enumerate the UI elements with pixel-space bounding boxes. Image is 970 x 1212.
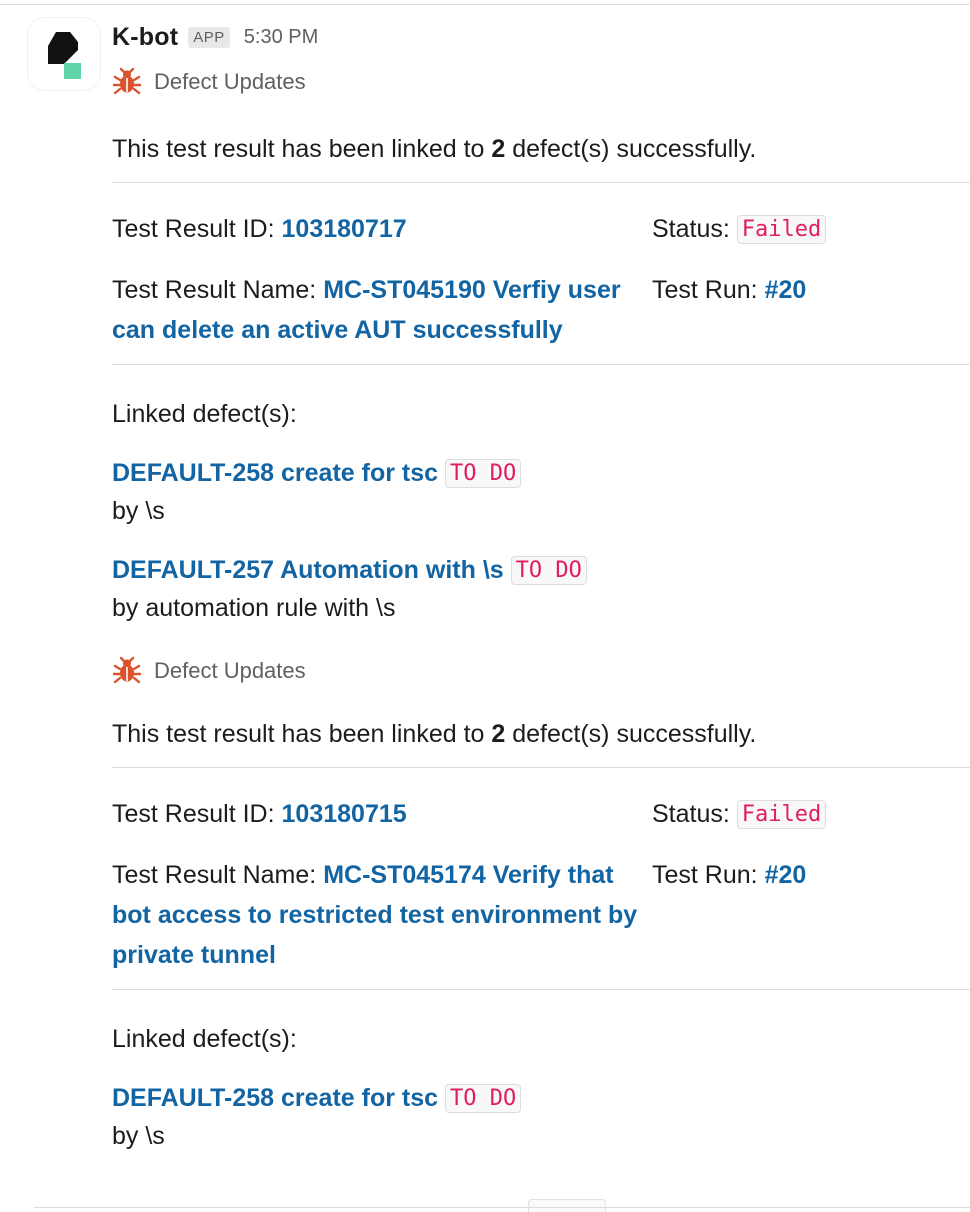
- section-divider: [112, 182, 970, 183]
- test-result-id-link[interactable]: 103180717: [282, 215, 407, 243]
- field-label: Test Result ID:: [112, 800, 275, 828]
- test-result-id-field: Test Result ID: 103180715: [112, 794, 652, 835]
- field-label: Test Result Name:: [112, 276, 317, 304]
- field-label: Status:: [652, 215, 730, 243]
- defect-link[interactable]: DEFAULT-258 create for tsc: [112, 1084, 438, 1112]
- top-divider: [0, 4, 970, 5]
- summary-text: This test result has been linked to 2 de…: [112, 717, 970, 751]
- test-result-name-field: Test Result Name: MC-ST045190 Verfiy use…: [112, 270, 652, 350]
- summary-text: This test result has been linked to 2 de…: [112, 132, 970, 166]
- test-run-field: Test Run: #20: [652, 270, 970, 350]
- field-label: Test Run:: [652, 276, 758, 304]
- bug-icon: [112, 67, 142, 95]
- field-label: Test Result Name:: [112, 861, 317, 889]
- defect-link[interactable]: DEFAULT-258 create for tsc: [112, 459, 438, 487]
- section-divider: [112, 364, 970, 365]
- defect-author: by \s: [112, 497, 165, 525]
- defect-item: DEFAULT-258 create for tsc TO DO by \s: [112, 1078, 970, 1153]
- summary-prefix: This test result has been linked to: [112, 720, 485, 748]
- status-badge: Failed: [736, 800, 827, 829]
- defect-author: by \s: [112, 1122, 165, 1150]
- result-fields: Test Result ID: 103180715 Status: Failed…: [112, 794, 970, 975]
- defect-item: DEFAULT-257 Automation with \s TO DO by …: [112, 550, 970, 625]
- message-header: K-bot APP 5:30 PM: [112, 20, 318, 54]
- defect-update-block: Defect Updates This test result has been…: [112, 62, 970, 625]
- test-run-field: Test Run: #20: [652, 855, 970, 975]
- bug-icon: [112, 656, 142, 684]
- bot-avatar[interactable]: [28, 18, 100, 90]
- defect-item: DEFAULT-258 create for tsc TO DO by \s: [112, 453, 970, 528]
- defect-author: by automation rule with \s: [112, 594, 396, 622]
- summary-count: 2: [491, 135, 506, 163]
- field-label: Test Run:: [652, 861, 758, 889]
- result-fields: Test Result ID: 103180717 Status: Failed…: [112, 209, 970, 350]
- test-result-id-field: Test Result ID: 103180717: [112, 209, 652, 250]
- summary-suffix: defect(s) successfully.: [512, 135, 757, 163]
- defect-update-block: Defect Updates This test result has been…: [112, 651, 970, 1153]
- status-field: Status: Failed: [652, 794, 970, 835]
- context-label: Defect Updates: [154, 69, 306, 94]
- k-bot-logo-icon: [48, 32, 81, 79]
- field-label: Test Result ID:: [112, 215, 275, 243]
- linked-defects-heading: Linked defect(s):: [112, 400, 297, 428]
- summary-prefix: This test result has been linked to: [112, 135, 485, 163]
- defect-status-badge: TO DO: [510, 556, 587, 585]
- section-divider: [112, 989, 970, 990]
- next-message-stub: [528, 1199, 606, 1212]
- app-badge: APP: [188, 26, 230, 48]
- defect-status-badge: TO DO: [445, 459, 522, 488]
- field-label: Status:: [652, 800, 730, 828]
- defect-status-badge: TO DO: [445, 1084, 522, 1113]
- status-badge: Failed: [736, 215, 827, 244]
- test-run-link[interactable]: #20: [765, 861, 807, 889]
- bottom-divider: [34, 1207, 970, 1208]
- message-timestamp[interactable]: 5:30 PM: [244, 26, 318, 49]
- status-field: Status: Failed: [652, 209, 970, 250]
- message-body: Defect Updates This test result has been…: [112, 62, 970, 1153]
- test-result-name-field: Test Result Name: MC-ST045174 Verify tha…: [112, 855, 652, 975]
- defect-link[interactable]: DEFAULT-257 Automation with \s: [112, 556, 504, 584]
- summary-count: 2: [491, 720, 506, 748]
- summary-suffix: defect(s) successfully.: [512, 720, 757, 748]
- test-run-link[interactable]: #20: [765, 276, 807, 304]
- section-divider: [112, 767, 970, 768]
- linked-defects-heading: Linked defect(s):: [112, 1025, 297, 1053]
- context-row: Defect Updates: [112, 62, 970, 102]
- context-label: Defect Updates: [154, 658, 306, 683]
- bot-name[interactable]: K-bot: [112, 23, 178, 52]
- test-result-id-link[interactable]: 103180715: [282, 800, 407, 828]
- context-row: Defect Updates: [112, 651, 970, 691]
